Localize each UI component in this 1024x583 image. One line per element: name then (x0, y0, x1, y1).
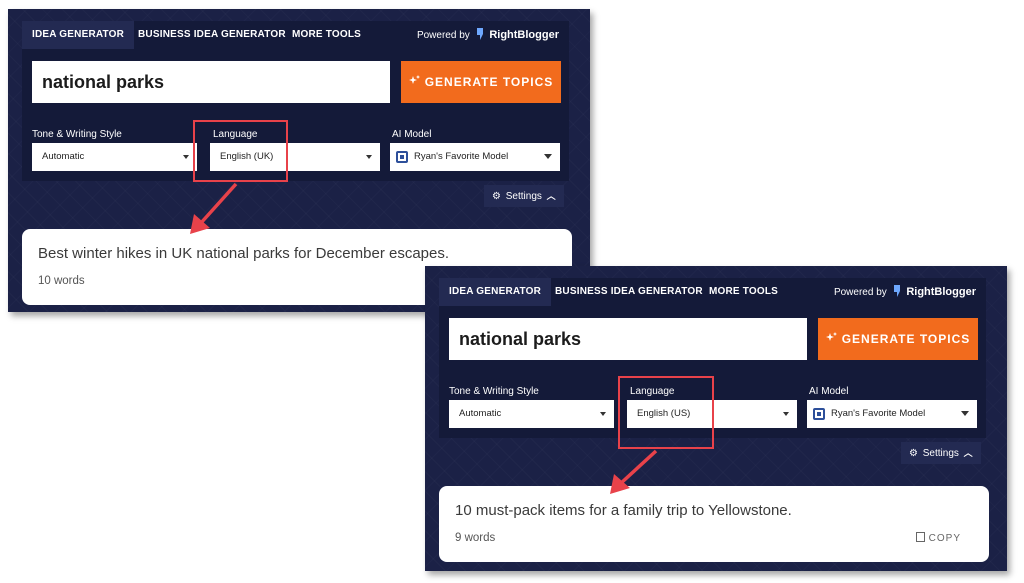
generator-form: IDEA GENERATOR BUSINESS IDEA GENERATOR M… (22, 21, 569, 181)
copy-label: COPY (928, 533, 961, 544)
tone-value: Automatic (459, 408, 502, 419)
tab-bar: IDEA GENERATOR BUSINESS IDEA GENERATOR M… (439, 278, 986, 306)
generate-topics-label: GENERATE TOPICS (424, 75, 554, 89)
topic-input[interactable]: national parks (449, 318, 807, 360)
powered-by[interactable]: Powered by RightBlogger (417, 21, 559, 49)
chevron-down-icon (783, 412, 789, 416)
model-icon (813, 408, 825, 420)
brand-name: RightBlogger (489, 29, 559, 41)
chevron-up-icon: ︿ (546, 191, 556, 201)
model-icon (396, 151, 408, 163)
chevron-down-icon (183, 155, 189, 159)
tab-more-tools[interactable]: MORE TOOLS (699, 278, 788, 306)
settings-label: Settings (922, 448, 959, 459)
tone-select[interactable]: Automatic (32, 143, 197, 171)
language-highlight-box (193, 120, 288, 182)
ai-model-select[interactable]: Ryan's Favorite Model (807, 400, 977, 428)
chevron-down-icon (366, 155, 372, 159)
tab-bar: IDEA GENERATOR BUSINESS IDEA GENERATOR M… (22, 21, 569, 49)
gear-icon: ⚙ (492, 191, 501, 202)
chevron-down-icon (544, 154, 552, 159)
settings-button[interactable]: ⚙ Settings ︿ (901, 442, 981, 464)
result-card: 10 must-pack items for a family trip to … (439, 486, 989, 562)
settings-button[interactable]: ⚙ Settings ︿ (484, 185, 564, 207)
language-highlight-box (618, 376, 714, 449)
settings-label: Settings (505, 191, 542, 202)
powered-by-label: Powered by (416, 30, 470, 41)
tone-label: Tone & Writing Style (449, 386, 539, 397)
copy-button[interactable]: COPY (915, 532, 961, 544)
sparkle-icon (825, 332, 837, 341)
tab-business-idea-generator[interactable]: BUSINESS IDEA GENERATOR (545, 278, 713, 306)
tab-idea-generator[interactable]: IDEA GENERATOR (22, 21, 135, 49)
result-text: 10 must-pack items for a family trip to … (455, 502, 792, 519)
rightblogger-logo-icon (893, 285, 900, 297)
tone-value: Automatic (42, 151, 85, 162)
sparkle-icon (408, 75, 420, 84)
generate-topics-button[interactable]: GENERATE TOPICS (818, 318, 978, 360)
idea-generator-panel-us: IDEA GENERATOR BUSINESS IDEA GENERATOR M… (425, 266, 1007, 571)
powered-by-label: Powered by (833, 287, 887, 298)
chevron-down-icon (961, 411, 969, 416)
tab-more-tools[interactable]: MORE TOOLS (282, 21, 371, 49)
brand-name: RightBlogger (906, 286, 976, 298)
ai-model-label: AI Model (392, 129, 432, 140)
tab-idea-generator[interactable]: IDEA GENERATOR (439, 278, 552, 306)
ai-model-label: AI Model (809, 386, 849, 397)
result-text: Best winter hikes in UK national parks f… (38, 245, 450, 262)
chevron-down-icon (600, 412, 606, 416)
generate-topics-button[interactable]: GENERATE TOPICS (401, 61, 561, 103)
ai-model-value: Ryan's Favorite Model (831, 408, 926, 419)
word-count: 10 words (38, 275, 85, 287)
rightblogger-logo-icon (476, 28, 483, 40)
copy-icon (915, 532, 925, 542)
topic-input[interactable]: national parks (32, 61, 390, 103)
tone-select[interactable]: Automatic (449, 400, 614, 428)
generate-topics-label: GENERATE TOPICS (841, 332, 971, 346)
word-count: 9 words (455, 532, 496, 544)
tone-label: Tone & Writing Style (32, 129, 122, 140)
powered-by[interactable]: Powered by RightBlogger (834, 278, 976, 306)
ai-model-select[interactable]: Ryan's Favorite Model (390, 143, 560, 171)
chevron-up-icon: ︿ (963, 448, 973, 458)
tab-business-idea-generator[interactable]: BUSINESS IDEA GENERATOR (128, 21, 296, 49)
gear-icon: ⚙ (909, 448, 918, 459)
ai-model-value: Ryan's Favorite Model (414, 151, 509, 162)
